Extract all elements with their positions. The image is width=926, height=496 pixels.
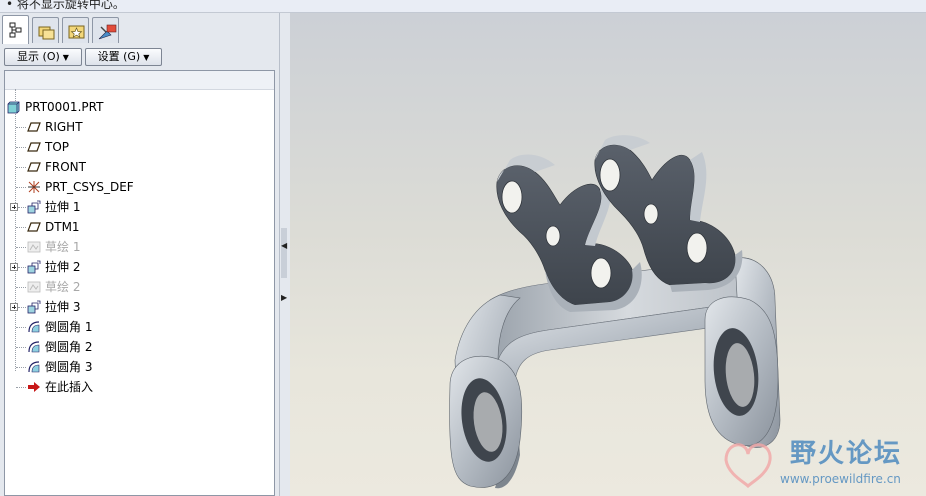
tree-node-label: 倒圆角 1 bbox=[45, 320, 93, 334]
folder-browser-icon bbox=[38, 26, 55, 40]
coordinate-system-icon bbox=[28, 181, 40, 193]
tree-node[interactable]: 拉伸 1 bbox=[5, 197, 274, 217]
expand-toggle-icon[interactable] bbox=[10, 203, 18, 211]
datum-plane-icon bbox=[27, 222, 41, 232]
model-tree-icon bbox=[9, 22, 22, 38]
tree-connector-line bbox=[16, 387, 26, 388]
tree-connector-line bbox=[16, 347, 26, 348]
watermark-title: 野火论坛 bbox=[790, 439, 903, 469]
watermark-logo-icon bbox=[724, 443, 772, 488]
tree-node-label: 拉伸 3 bbox=[45, 300, 81, 314]
tree-node[interactable]: 草绘 2 bbox=[5, 277, 274, 297]
tree-root-label: PRT0001.PRT bbox=[25, 100, 104, 114]
tree-connector-line bbox=[16, 147, 26, 148]
favorites-tab[interactable] bbox=[62, 17, 89, 43]
tree-node[interactable]: 在此插入 bbox=[5, 377, 274, 397]
expand-toggle-icon[interactable] bbox=[10, 303, 18, 311]
tree-connector-line bbox=[16, 127, 26, 128]
tree-node-label: 在此插入 bbox=[45, 380, 94, 394]
splitter-grip[interactable] bbox=[281, 228, 287, 278]
expand-toggle-icon[interactable] bbox=[10, 263, 18, 271]
model-tree-tab[interactable] bbox=[2, 15, 29, 44]
tree-connector-line bbox=[18, 207, 26, 208]
round-icon bbox=[28, 321, 40, 333]
tree-node-label: 拉伸 1 bbox=[45, 200, 81, 214]
extrude-icon bbox=[27, 200, 41, 214]
tree-connector-line bbox=[16, 367, 26, 368]
tree-node[interactable]: PRT_CSYS_DEF bbox=[5, 177, 274, 197]
tree-root-node[interactable]: PRT0001.PRT bbox=[5, 97, 274, 117]
tree-connector-line bbox=[18, 267, 26, 268]
tree-node-label: 倒圆角 3 bbox=[45, 360, 93, 374]
dropdown-arrow-icon: ▼ bbox=[143, 53, 150, 62]
connections-icon bbox=[98, 24, 117, 40]
sketch-icon bbox=[27, 241, 41, 253]
favorites-icon bbox=[68, 25, 85, 39]
connections-tab[interactable] bbox=[92, 17, 119, 43]
tree-node[interactable]: 倒圆角 3 bbox=[5, 357, 274, 377]
tree-node-label: TOP bbox=[45, 140, 70, 154]
show-dropdown-button[interactable]: 显示 (O) ▼ bbox=[4, 48, 82, 66]
folder-browser-tab[interactable] bbox=[32, 17, 59, 43]
message-text: • 将不显示旋转中心。 bbox=[6, 0, 125, 11]
tree-node-label: 拉伸 2 bbox=[45, 260, 81, 274]
tree-node[interactable]: 倒圆角 2 bbox=[5, 337, 274, 357]
tree-node[interactable]: DTM1 bbox=[5, 217, 274, 237]
tree-node-label: 草绘 2 bbox=[45, 280, 81, 294]
tree-node-label: PRT_CSYS_DEF bbox=[45, 180, 134, 194]
tree-node[interactable]: FRONT bbox=[5, 157, 274, 177]
dropdown-arrow-icon: ▼ bbox=[62, 53, 69, 62]
navigator-tabs bbox=[2, 15, 277, 44]
extrude-icon bbox=[27, 300, 41, 314]
tree-node[interactable]: 拉伸 2 bbox=[5, 257, 274, 277]
expand-right-arrow-icon[interactable]: ▶ bbox=[281, 293, 287, 302]
navigator-panel: 显示 (O) ▼ 设置 (G) ▼ PRT0001.PRT RIGHT TOP FRON… bbox=[0, 13, 279, 496]
tree-node-label: 倒圆角 2 bbox=[45, 340, 93, 354]
settings-dropdown-button[interactable]: 设置 (G) ▼ bbox=[85, 48, 162, 66]
tree-connector-line bbox=[18, 307, 26, 308]
tree-connector-line bbox=[16, 167, 26, 168]
settings-dropdown-label: 设置 (G) bbox=[97, 50, 141, 63]
tree-node-label: FRONT bbox=[45, 160, 86, 174]
show-dropdown-label: 显示 (O) bbox=[17, 50, 60, 63]
tree-connector-line bbox=[16, 327, 26, 328]
tree-connector-line bbox=[16, 247, 26, 248]
round-icon bbox=[28, 341, 40, 353]
tree-node[interactable]: 拉伸 3 bbox=[5, 297, 274, 317]
model-tree-header bbox=[5, 71, 274, 90]
tree-node[interactable]: 草绘 1 bbox=[5, 237, 274, 257]
datum-plane-icon bbox=[27, 142, 41, 152]
sketch-icon bbox=[27, 281, 41, 293]
tree-node-label: DTM1 bbox=[45, 220, 80, 234]
part-model-render bbox=[449, 135, 781, 489]
model-tree: PRT0001.PRT RIGHT TOP FRONT PRT_CSYS_DEF 拉伸 … bbox=[4, 70, 275, 496]
panel-splitter[interactable]: ◀ ▶ bbox=[279, 13, 290, 496]
tree-connector-line bbox=[16, 287, 26, 288]
watermark-url: www.proewildfire.cn bbox=[780, 472, 901, 486]
tree-node-label: 草绘 1 bbox=[45, 240, 81, 254]
graphics-viewport[interactable] bbox=[290, 13, 926, 496]
tree-node[interactable]: TOP bbox=[5, 137, 274, 157]
collapse-left-arrow-icon[interactable]: ◀ bbox=[281, 241, 287, 250]
tree-connector-line bbox=[16, 187, 26, 188]
datum-plane-icon bbox=[27, 122, 41, 132]
extrude-icon bbox=[27, 260, 41, 274]
part-icon bbox=[7, 101, 20, 114]
tree-connector-line bbox=[16, 227, 26, 228]
message-bar: • 将不显示旋转中心。 bbox=[0, 0, 926, 13]
round-icon bbox=[28, 361, 40, 373]
tree-node-label: RIGHT bbox=[45, 120, 83, 134]
datum-plane-icon bbox=[27, 162, 41, 172]
insert-here-arrow-icon bbox=[28, 382, 40, 392]
tree-node[interactable]: 倒圆角 1 bbox=[5, 317, 274, 337]
tree-node[interactable]: RIGHT bbox=[5, 117, 274, 137]
